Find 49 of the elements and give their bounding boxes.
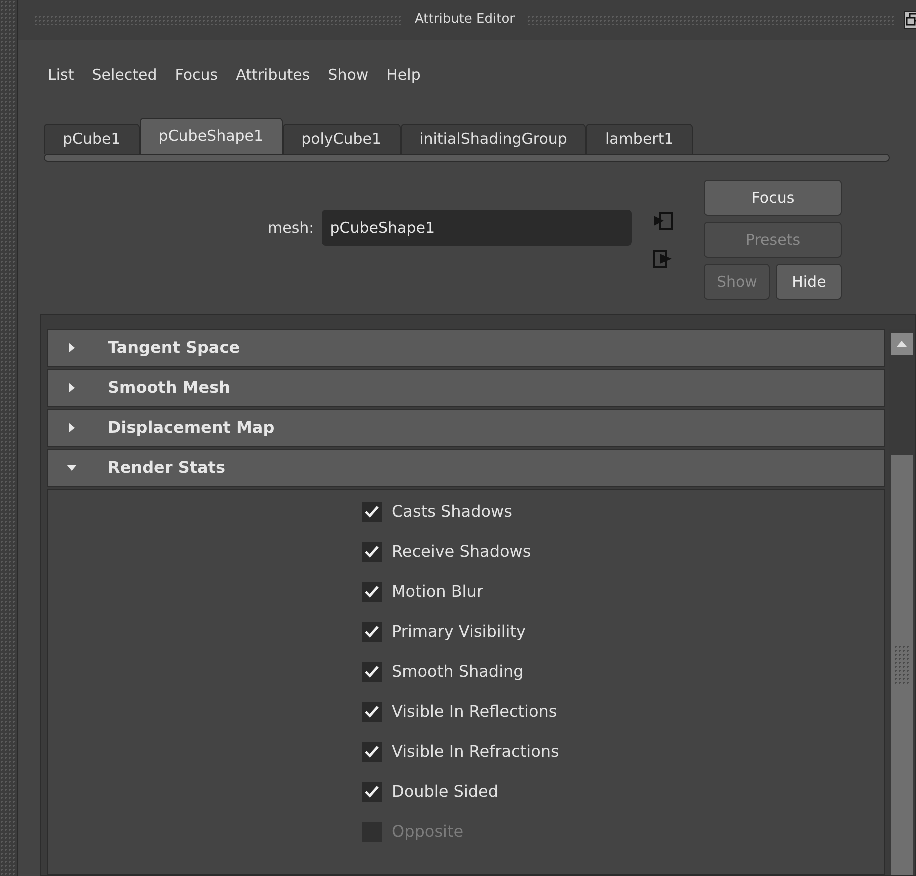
scrollbar-thumb[interactable] (891, 455, 913, 875)
option-label: Motion Blur (392, 581, 484, 603)
checkbox[interactable] (362, 502, 382, 522)
checkbox-option[interactable]: Visible In Reflections (362, 698, 558, 726)
tab[interactable]: pCube1 (44, 124, 140, 154)
section-header[interactable]: Render Stats (47, 449, 885, 487)
tab[interactable]: initialShadingGroup (400, 124, 586, 154)
option-label: Receive Shadows (392, 541, 532, 563)
window-title: Attribute Editor (415, 11, 516, 30)
checkbox[interactable] (362, 662, 382, 682)
menu-item[interactable]: Help (386, 64, 421, 86)
section-header[interactable]: Smooth Mesh (47, 369, 885, 407)
section-header[interactable]: Displacement Map (47, 409, 885, 447)
menu-item[interactable]: Focus (175, 64, 218, 86)
checkbox-option[interactable]: Motion Blur (362, 578, 484, 606)
option-label: Visible In Reflections (392, 701, 558, 723)
checkbox[interactable] (362, 742, 382, 762)
tab[interactable]: pCubeShape1 (140, 118, 283, 154)
checkbox-option[interactable]: Receive Shadows (362, 538, 532, 566)
tab[interactable]: lambert1 (586, 124, 693, 154)
checkbox[interactable] (362, 622, 382, 642)
checkbox-option[interactable]: Double Sided (362, 778, 499, 806)
tab[interactable]: polyCube1 (282, 124, 401, 154)
scroll-up-icon[interactable] (891, 333, 913, 355)
option-label: Double Sided (392, 781, 499, 803)
input-connection-icon[interactable] (652, 212, 674, 232)
checkbox-option[interactable]: Smooth Shading (362, 658, 524, 686)
checkbox[interactable] (362, 702, 382, 722)
checkbox[interactable] (362, 542, 382, 562)
checkbox-option[interactable]: Visible In Refractions (362, 738, 560, 766)
node-name-field[interactable]: pCubeShape1 (322, 210, 632, 246)
menu-item[interactable]: Attributes (236, 64, 310, 86)
checkbox[interactable] (362, 582, 382, 602)
button[interactable]: Focus (704, 180, 842, 216)
option-label: Casts Shadows (392, 501, 512, 523)
section-header[interactable]: Tangent Space (47, 329, 885, 367)
option-label: Opposite (392, 821, 464, 843)
button[interactable]: Hide (776, 264, 842, 300)
option-label: Visible In Refractions (392, 741, 560, 763)
menu-item[interactable]: List (48, 64, 74, 86)
option-label: Primary Visibility (392, 621, 526, 643)
menu-item[interactable]: Selected (92, 64, 158, 86)
menu-item[interactable]: Show (328, 64, 369, 86)
checkbox[interactable] (362, 782, 382, 802)
checkbox-option[interactable]: Casts Shadows (362, 498, 512, 526)
dock-grip[interactable] (0, 0, 18, 876)
mesh-label: mesh: (268, 218, 314, 239)
option-label: Smooth Shading (392, 661, 524, 683)
checkbox-option[interactable]: Primary Visibility (362, 618, 526, 646)
